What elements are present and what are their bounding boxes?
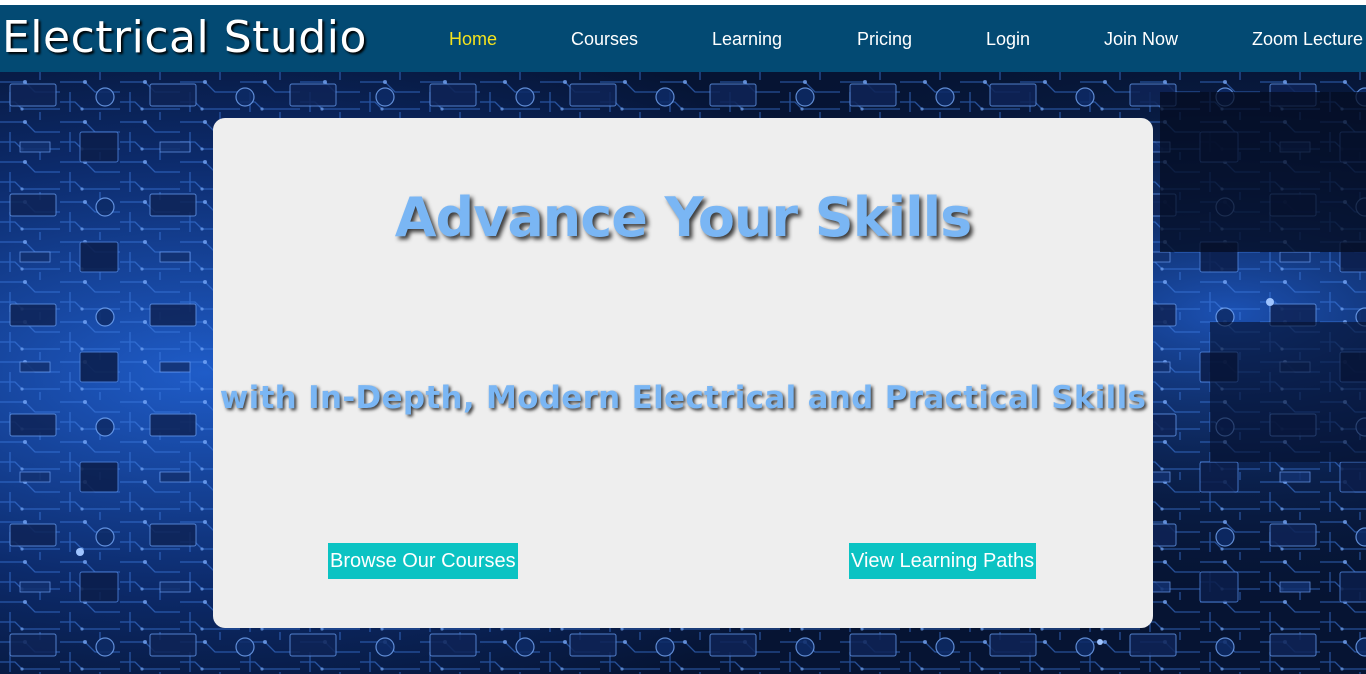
site-logo-text[interactable]: Electrical Studio bbox=[2, 12, 367, 63]
navbar: Electrical Studio Home Courses Learning … bbox=[0, 5, 1366, 72]
hero-section: Advance Your Skills with In-Depth, Moder… bbox=[0, 72, 1366, 674]
nav-item-home[interactable]: Home bbox=[449, 29, 497, 50]
nav-item-login[interactable]: Login bbox=[986, 29, 1030, 50]
nav-item-zoom-lecture[interactable]: Zoom Lecture bbox=[1252, 29, 1363, 50]
hero-subheadline: with In-Depth, Modern Electrical and Pra… bbox=[219, 380, 1147, 416]
nav-item-join-now[interactable]: Join Now bbox=[1104, 29, 1178, 50]
nav-item-learning[interactable]: Learning bbox=[712, 29, 782, 50]
hero-card: Advance Your Skills with In-Depth, Moder… bbox=[213, 118, 1153, 628]
nav-item-pricing[interactable]: Pricing bbox=[857, 29, 912, 50]
page: Electrical Studio Home Courses Learning … bbox=[0, 0, 1366, 674]
nav-item-courses[interactable]: Courses bbox=[571, 29, 638, 50]
hero-headline: Advance Your Skills bbox=[394, 186, 973, 249]
view-learning-paths-button[interactable]: View Learning Paths bbox=[849, 543, 1037, 579]
browse-courses-button[interactable]: Browse Our Courses bbox=[328, 543, 518, 579]
